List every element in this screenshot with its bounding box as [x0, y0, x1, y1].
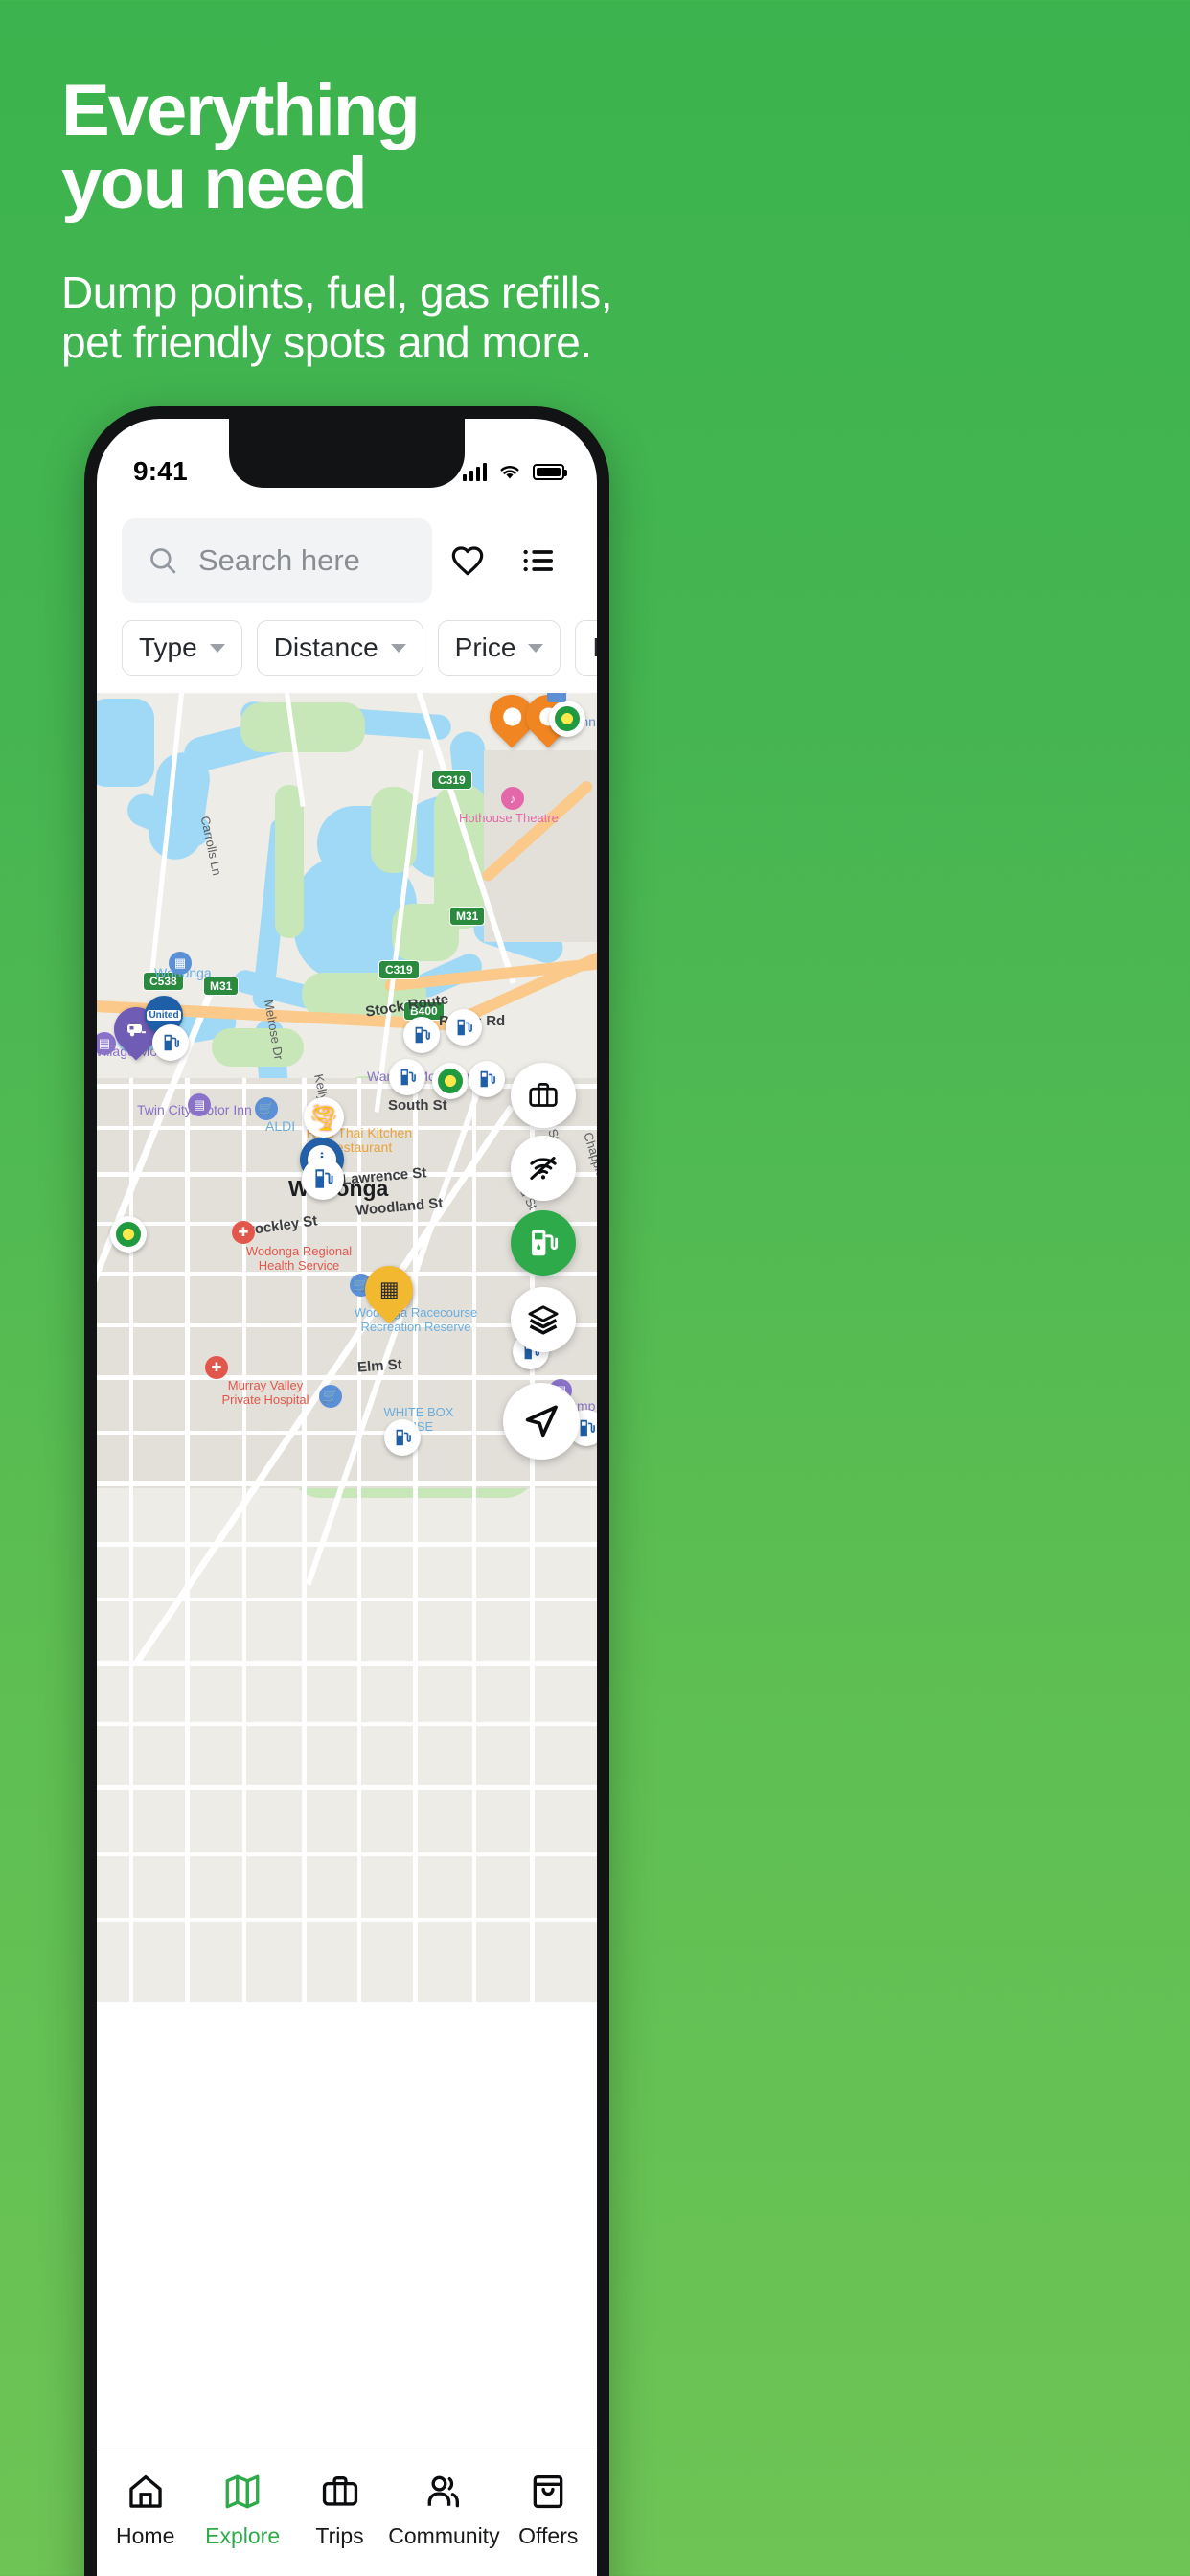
chevron-down-icon [528, 643, 544, 653]
caravan-icon [127, 1024, 146, 1037]
briefcase-icon [322, 2475, 357, 2506]
place-label: Wodonga Racecourse Recreation Reserve [354, 1305, 478, 1334]
fuel-pump-icon [396, 1429, 411, 1446]
map-marker-fuel[interactable] [403, 1017, 440, 1053]
page-subtitle: Dump points, fuel, gas refills, pet frie… [61, 267, 613, 367]
offline-button[interactable] [511, 1136, 576, 1201]
people-icon [428, 2475, 460, 2508]
hero-section: Everything you need Dump points, fuel, g… [0, 0, 1190, 368]
road-shield: M31 [449, 907, 486, 926]
nav-item-label: Community [388, 2523, 500, 2548]
chevron-down-icon [390, 643, 406, 653]
fuel-pump-icon [400, 1069, 416, 1086]
filter-chip-label: Price [454, 632, 516, 662]
poi-supermarket-icon[interactable]: 🛒 [255, 1097, 278, 1120]
map-marker-fuel[interactable] [469, 1061, 505, 1097]
search-row: Search here [97, 503, 597, 603]
filter-chip-pets[interactable]: Pets [575, 620, 597, 676]
nav-item-label: Offers [518, 2523, 579, 2548]
map-marker-hotel[interactable] [547, 693, 566, 702]
cellular-bars-icon [463, 462, 487, 481]
place-label: Hothouse Theatre [459, 811, 559, 825]
fuel-pump-icon [480, 1070, 495, 1088]
list-icon [523, 549, 553, 572]
fuel-pump-icon [532, 1230, 559, 1256]
nav-item-community[interactable]: Community [388, 2472, 500, 2549]
phone-screen: 9:41 Search here Type Distance Price C31… [97, 419, 597, 2576]
map-marker-bp[interactable] [432, 1063, 469, 1099]
locate-me-button[interactable] [503, 1383, 580, 1460]
filter-chip-label: Pets [592, 632, 597, 663]
poi-hotel-icon[interactable]: ▤ [188, 1093, 211, 1116]
shopping-bag-icon [533, 2474, 563, 2509]
home-icon [128, 2474, 162, 2508]
filter-chip-label: Type [139, 632, 197, 662]
nav-item-label: Home [116, 2523, 175, 2548]
bottom-navigation: Home Explore Trips Community Offers [97, 2450, 597, 2576]
map-marker-fuel-selected[interactable] [302, 1158, 344, 1200]
map-icon [225, 2474, 260, 2509]
map-marker-shell[interactable]: 🌪 [304, 1097, 344, 1138]
wifi-off-icon [530, 1157, 557, 1180]
street-label: Carrolls Ln [197, 815, 225, 877]
page-title: Everything you need [61, 70, 421, 224]
filter-chip-distance[interactable]: Distance [256, 620, 423, 676]
road-shield: C319 [431, 770, 472, 790]
chevron-down-icon [209, 643, 225, 653]
place-label: Wodonga Regional Health Service [245, 1244, 353, 1273]
wifi-icon [500, 466, 519, 479]
nav-item-explore[interactable]: Explore [194, 2472, 290, 2549]
nav-item-offers[interactable]: Offers [500, 2472, 597, 2549]
map-marker-fuel[interactable] [389, 1059, 425, 1095]
map-marker-fuel[interactable] [384, 1419, 421, 1456]
map-canvas[interactable]: C319 M31 C538 M31 C319 B400 Carrolls Ln … [97, 693, 597, 2002]
battery-full-icon [533, 463, 567, 480]
search-placeholder: Search here [198, 543, 360, 577]
street-label: South St [388, 1097, 447, 1114]
poi-hospital-icon[interactable]: ✚ [205, 1356, 228, 1379]
map-marker-fuel[interactable] [446, 1009, 482, 1046]
phone-mockup: 9:41 Search here Type Distance Price C31… [84, 406, 609, 2576]
nav-item-home[interactable]: Home [97, 2472, 194, 2549]
trips-layer-button[interactable] [511, 1063, 576, 1128]
fuel-pump-icon [415, 1026, 430, 1044]
list-view-button[interactable] [503, 525, 574, 596]
place-label: Murray Valley Private Hospital [221, 1378, 309, 1407]
road-shield: C319 [378, 960, 420, 979]
fuel-pump-icon [315, 1169, 333, 1188]
filter-chip-type[interactable]: Type [122, 620, 242, 676]
map-marker-bp[interactable] [110, 1216, 147, 1253]
fuel-filter-button[interactable] [511, 1210, 576, 1276]
fuel-pump-icon [457, 1019, 472, 1036]
status-icons [463, 462, 567, 481]
filter-chip-price[interactable]: Price [437, 620, 561, 676]
phone-notch [229, 419, 465, 488]
search-input[interactable]: Search here [122, 518, 432, 603]
layers-button[interactable] [511, 1287, 576, 1352]
search-icon [150, 548, 176, 574]
poi-supermarket-icon[interactable]: 🛒 [319, 1385, 342, 1408]
nav-item-trips[interactable]: Trips [291, 2472, 388, 2549]
nav-item-label: Explore [205, 2523, 281, 2548]
fuel-pump-icon [164, 1034, 179, 1051]
place-label: ALDI [265, 1118, 296, 1134]
poi-hospital-icon[interactable]: ✚ [232, 1221, 255, 1244]
briefcase-icon [529, 1083, 558, 1107]
heart-icon [451, 546, 484, 576]
filter-chips: Type Distance Price Pets S [97, 603, 597, 693]
map-marker-bp[interactable] [549, 701, 585, 737]
navigation-arrow-icon [525, 1405, 558, 1438]
layers-icon [528, 1305, 559, 1335]
favourites-button[interactable] [432, 525, 503, 596]
street-label: Elm St [356, 1356, 403, 1376]
map-marker-fuel[interactable] [152, 1024, 189, 1061]
nav-item-label: Trips [315, 2523, 364, 2548]
filter-chip-label: Distance [273, 632, 378, 662]
poi-theatre-icon[interactable]: ♪ [501, 787, 524, 810]
poi-bus-icon[interactable]: ▦ [169, 952, 192, 975]
status-clock: 9:41 [133, 456, 188, 486]
